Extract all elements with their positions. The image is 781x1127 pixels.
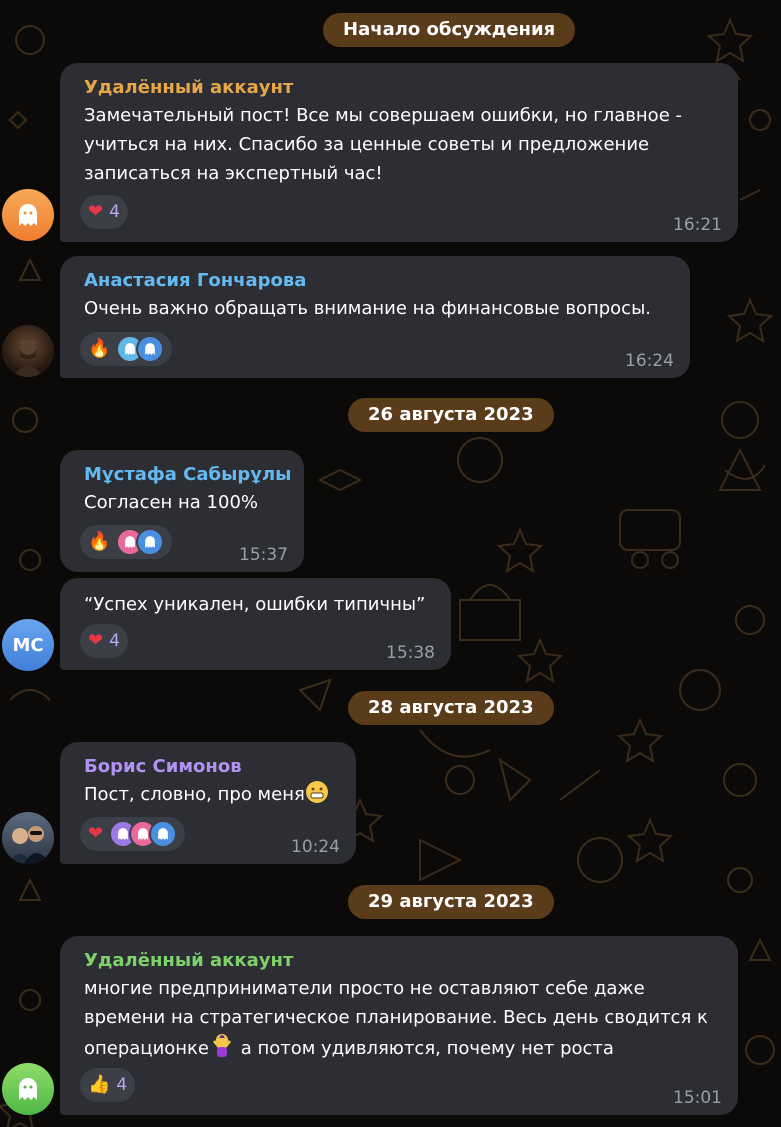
message-time: 16:21 bbox=[673, 215, 722, 235]
date-separator: 26 августа 2023 bbox=[348, 398, 554, 432]
date-separator: Начало обсуждения bbox=[323, 13, 576, 47]
message-text: Замечательный пост! Все мы совершаем оши… bbox=[84, 105, 682, 184]
reaction-count: 4 bbox=[116, 1075, 128, 1095]
fire-icon: 🔥 bbox=[88, 531, 111, 552]
heart-icon: ❤ bbox=[88, 823, 104, 844]
message-time: 16:24 bbox=[625, 351, 674, 371]
ghost-avatar[interactable] bbox=[2, 189, 54, 241]
message-author[interactable]: Удалённый аккаунт bbox=[84, 948, 722, 974]
message-text: многие предприниматели просто не оставля… bbox=[84, 974, 722, 1067]
user-photo-avatar[interactable] bbox=[2, 325, 54, 377]
reaction-count: 4 bbox=[109, 202, 120, 222]
ghost-avatar[interactable] bbox=[2, 1063, 54, 1115]
message-time: 15:37 bbox=[239, 545, 288, 565]
message-text: “Успех уникален, ошибки типичны” bbox=[84, 594, 426, 615]
reaction-avatars bbox=[116, 528, 165, 556]
date-separator: 29 августа 2023 bbox=[348, 885, 554, 919]
date-separator: 28 августа 2023 bbox=[348, 691, 554, 725]
message-author[interactable]: Удалённый аккаунт bbox=[84, 75, 722, 101]
reaction-avatars bbox=[109, 820, 178, 848]
ghost-icon bbox=[136, 335, 165, 363]
avatar-initials: MC bbox=[12, 634, 44, 656]
message-bubble[interactable]: “Успех уникален, ошибки типичны” 15:38 bbox=[60, 578, 451, 670]
reaction-chip[interactable]: ❤ 4 bbox=[80, 195, 128, 229]
message-text: Очень важно обращать внимание на финансо… bbox=[84, 298, 652, 319]
message-text: Пост, словно, про меня bbox=[84, 780, 340, 813]
message-bubble[interactable]: Удалённый аккаунт Замечательный пост! Вс… bbox=[60, 63, 738, 242]
user-photo-avatar[interactable] bbox=[2, 812, 54, 864]
heart-icon: ❤ bbox=[88, 630, 104, 651]
message-author[interactable]: Борис Симонов bbox=[84, 754, 340, 780]
reaction-avatars bbox=[116, 335, 165, 363]
ghost-icon bbox=[149, 820, 178, 848]
heart-icon: ❤ bbox=[88, 201, 104, 222]
grinning-face-icon bbox=[305, 780, 329, 813]
reaction-chip[interactable]: ❤ 4 bbox=[80, 624, 128, 658]
reaction-chip[interactable]: 👍 4 bbox=[80, 1068, 136, 1102]
message-time: 15:01 bbox=[673, 1088, 722, 1108]
reaction-chip[interactable]: 🔥 bbox=[80, 525, 173, 559]
message-text: Согласен на 100% bbox=[84, 492, 259, 513]
message-time: 15:38 bbox=[386, 643, 435, 663]
ghost-icon bbox=[136, 528, 165, 556]
message-author[interactable]: Мұстафа Сабырұлы bbox=[84, 462, 291, 488]
person-shrugging-icon bbox=[209, 1032, 235, 1067]
user-initials-avatar[interactable]: MC bbox=[2, 619, 54, 671]
reaction-chip[interactable]: 🔥 bbox=[80, 332, 173, 366]
message-bubble[interactable]: Удалённый аккаунт многие предприниматели… bbox=[60, 936, 738, 1115]
message-author[interactable]: Анастасия Гончарова bbox=[84, 268, 674, 294]
reaction-count: 4 bbox=[109, 631, 120, 651]
fire-icon: 🔥 bbox=[88, 338, 111, 359]
reaction-chip[interactable]: ❤ bbox=[80, 817, 186, 851]
thumbs-up-icon: 👍 bbox=[88, 1074, 111, 1095]
message-time: 10:24 bbox=[291, 837, 340, 857]
